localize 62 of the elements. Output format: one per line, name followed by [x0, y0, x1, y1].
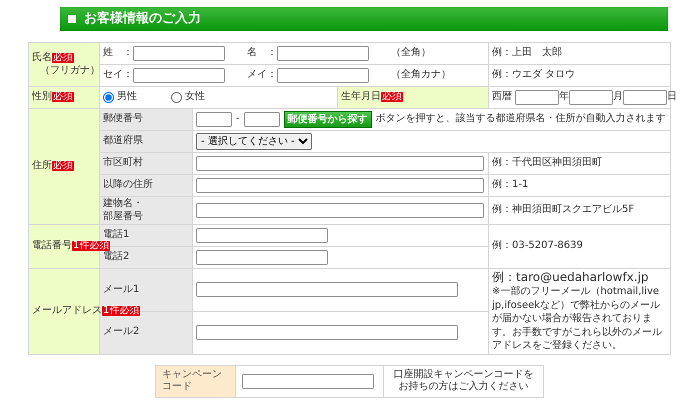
field-label: 西暦 [492, 91, 512, 104]
unit-label: 月 [613, 91, 624, 104]
input-field[interactable] [569, 90, 614, 105]
prefecture-select[interactable]: - 選択してください - [196, 133, 312, 150]
unit-label: 年 [559, 91, 570, 104]
required-badge: 必須 [52, 161, 74, 172]
separator-text: - [236, 113, 240, 126]
input-field[interactable] [196, 250, 328, 265]
input-field[interactable] [623, 90, 668, 105]
input-field[interactable] [196, 282, 458, 298]
input-field[interactable] [242, 374, 374, 388]
field-label: セイ： [103, 69, 133, 82]
input-field[interactable] [196, 228, 328, 243]
field-label: 都道府県 [103, 135, 144, 148]
input-field[interactable] [196, 156, 484, 171]
input-field[interactable] [196, 325, 458, 340]
input-field[interactable] [277, 68, 369, 83]
square-icon [68, 15, 76, 23]
radio-label: 男性 [117, 91, 137, 104]
field-label: 建物名・部屋番号 [103, 198, 144, 223]
input-field[interactable] [277, 46, 369, 61]
note-text: ※一部のフリーメール（hotmail,live jp,ifoseekなど）で弊社からのメールが届かない場合が報告されております。お手数ですがこれら以外のメールアドレスをご登録ください。 [492, 285, 664, 352]
example-text: 例：千代田区神田須田町 [488, 152, 671, 174]
example-text: 例：1-1 [488, 174, 671, 196]
field-label: キャンペーンコード [156, 365, 236, 397]
section-title: お客様情報のご入力 [84, 10, 201, 28]
help-text: ボタンを押すと、該当する都道府県名・住所が自動入力されます [376, 113, 666, 126]
field-label: 市区町村 [103, 157, 144, 170]
required-badge: 必須 [52, 53, 74, 63]
example-text: 例：ウエダ タロウ [488, 64, 671, 86]
field-note: （フリガナ） [39, 64, 96, 77]
field-label: 氏名 [32, 52, 52, 63]
input-field[interactable] [515, 90, 560, 105]
input-field[interactable] [244, 112, 280, 127]
required-badge: 必須 [52, 92, 74, 102]
example-text: 例：上田 太郎 [488, 42, 671, 64]
field-hint: （全角カナ） [391, 69, 451, 82]
field-label: 郵便番号 [103, 113, 144, 126]
field-label: メイ： [247, 69, 277, 82]
field-label: 性別 [32, 91, 52, 102]
input-field[interactable] [133, 68, 225, 83]
unit-label: 日 [667, 91, 678, 104]
radio-button[interactable] [171, 92, 182, 103]
example-text: 例：神田須田町スクエアビル5F [488, 196, 671, 224]
example-text: 例：03-5207-8639 [492, 240, 584, 253]
field-label: メールアドレス [32, 305, 102, 316]
radio-button[interactable] [103, 92, 114, 103]
radio-label: 女性 [185, 91, 205, 104]
field-label: 姓 ： [103, 47, 133, 60]
field-label: 名 ： [247, 47, 277, 60]
help-text: 口座開設キャンペーンコードをお持ちの方はご入力ください [392, 368, 534, 394]
field-hint: （全角） [391, 47, 431, 60]
input-field[interactable] [196, 178, 484, 193]
field-label: 以降の住所 [103, 179, 154, 192]
required-badge: 必須 [381, 92, 403, 102]
field-label: 電話番号 [32, 240, 72, 252]
input-field[interactable] [196, 112, 232, 127]
input-field[interactable] [133, 46, 225, 61]
field-label: 住所 [32, 160, 52, 172]
input-field[interactable] [196, 203, 484, 218]
field-label: 生年月日 [341, 91, 381, 102]
example-text: 例：taro@uedaharlowfx.jp [492, 270, 650, 285]
